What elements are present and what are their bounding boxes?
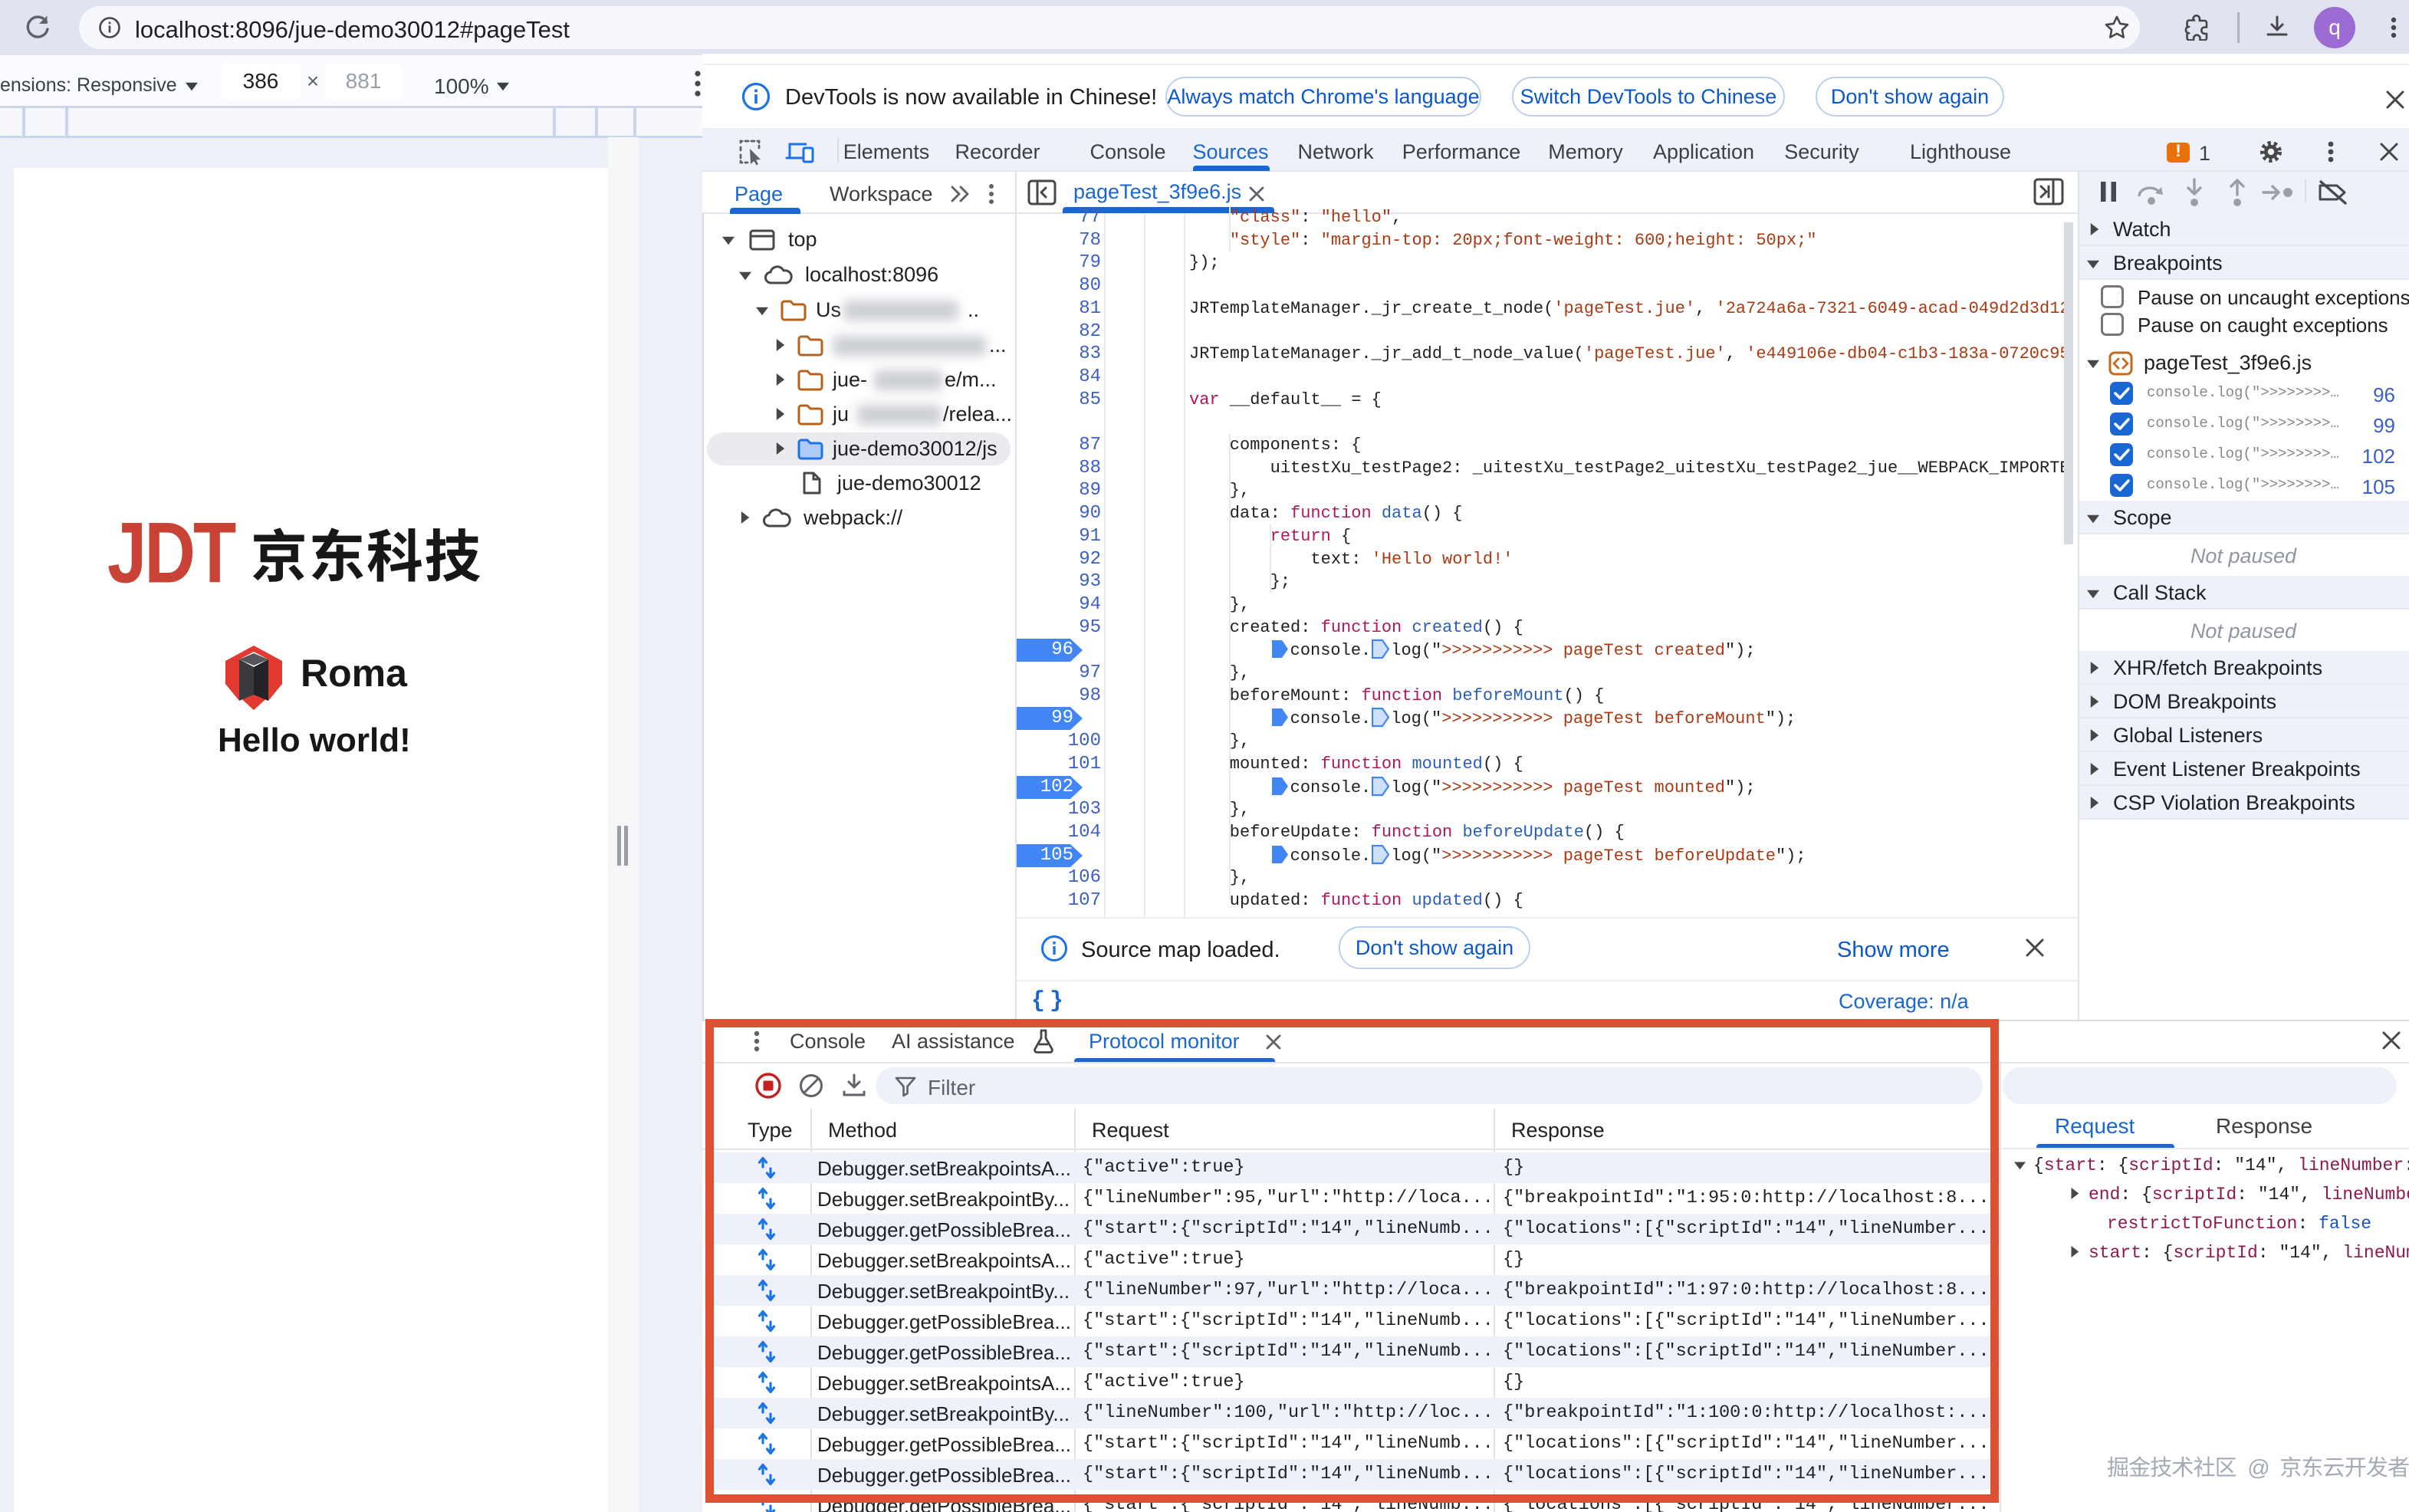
svg-text:@: @ bbox=[2247, 1456, 2269, 1481]
